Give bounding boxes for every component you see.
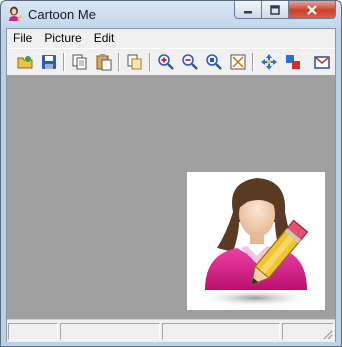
zoom-in-icon — [158, 54, 174, 70]
fit-window-button[interactable] — [228, 52, 248, 72]
menu-edit[interactable]: Edit — [88, 29, 121, 47]
save-button[interactable] — [39, 52, 59, 72]
toolbar-separator — [252, 53, 254, 71]
copy-icon — [72, 54, 87, 70]
picture-canvas[interactable] — [7, 75, 335, 319]
window-title: Cartoon Me — [28, 7, 96, 22]
actual-size-icon — [206, 54, 222, 70]
save-icon — [42, 55, 56, 69]
minimize-icon — [244, 10, 252, 13]
move-button[interactable] — [259, 52, 279, 72]
actual-size-button[interactable] — [204, 52, 224, 72]
close-icon — [307, 4, 317, 15]
resize-icon — [286, 55, 300, 69]
fit-window-icon — [230, 54, 246, 70]
resize-grip-icon[interactable] — [321, 328, 333, 340]
status-pane — [60, 323, 160, 340]
paste-button[interactable] — [94, 52, 114, 72]
status-bar — [7, 319, 335, 342]
menu-file[interactable]: File — [7, 29, 38, 47]
avatar-pencil-icon — [197, 178, 313, 307]
open-icon — [17, 56, 33, 69]
open-button[interactable] — [15, 52, 35, 72]
cartoon-picture[interactable] — [187, 172, 325, 310]
client-area: File Picture Edit — [6, 28, 336, 342]
menu-bar: File Picture Edit — [7, 29, 335, 47]
copy-button[interactable] — [70, 52, 90, 72]
caption-buttons — [234, 1, 336, 19]
zoom-out-button[interactable] — [180, 52, 200, 72]
maximize-button[interactable] — [262, 1, 289, 19]
paste-new-icon — [127, 54, 142, 70]
title-bar[interactable]: Cartoon Me — [1, 1, 341, 27]
status-pane — [162, 323, 280, 340]
minimize-button[interactable] — [234, 1, 262, 19]
close-button[interactable] — [289, 1, 336, 19]
toolbar-separator — [63, 53, 65, 71]
email-icon — [314, 56, 330, 69]
toolbar-separator — [149, 53, 151, 71]
maximize-icon — [270, 4, 280, 15]
status-pane — [8, 323, 58, 340]
user-pencil-icon[interactable] — [7, 6, 23, 22]
toolbar — [7, 48, 335, 76]
toolbar-separator — [118, 53, 120, 71]
resize-button[interactable] — [283, 52, 303, 72]
paste-icon — [96, 54, 112, 71]
app-window: Cartoon Me File Picture Edit — [0, 0, 342, 347]
zoom-in-button[interactable] — [156, 52, 176, 72]
menu-picture[interactable]: Picture — [38, 29, 87, 47]
move-icon — [261, 54, 277, 70]
email-button[interactable] — [312, 52, 332, 72]
paste-new-button[interactable] — [125, 52, 145, 72]
zoom-out-icon — [182, 54, 198, 70]
